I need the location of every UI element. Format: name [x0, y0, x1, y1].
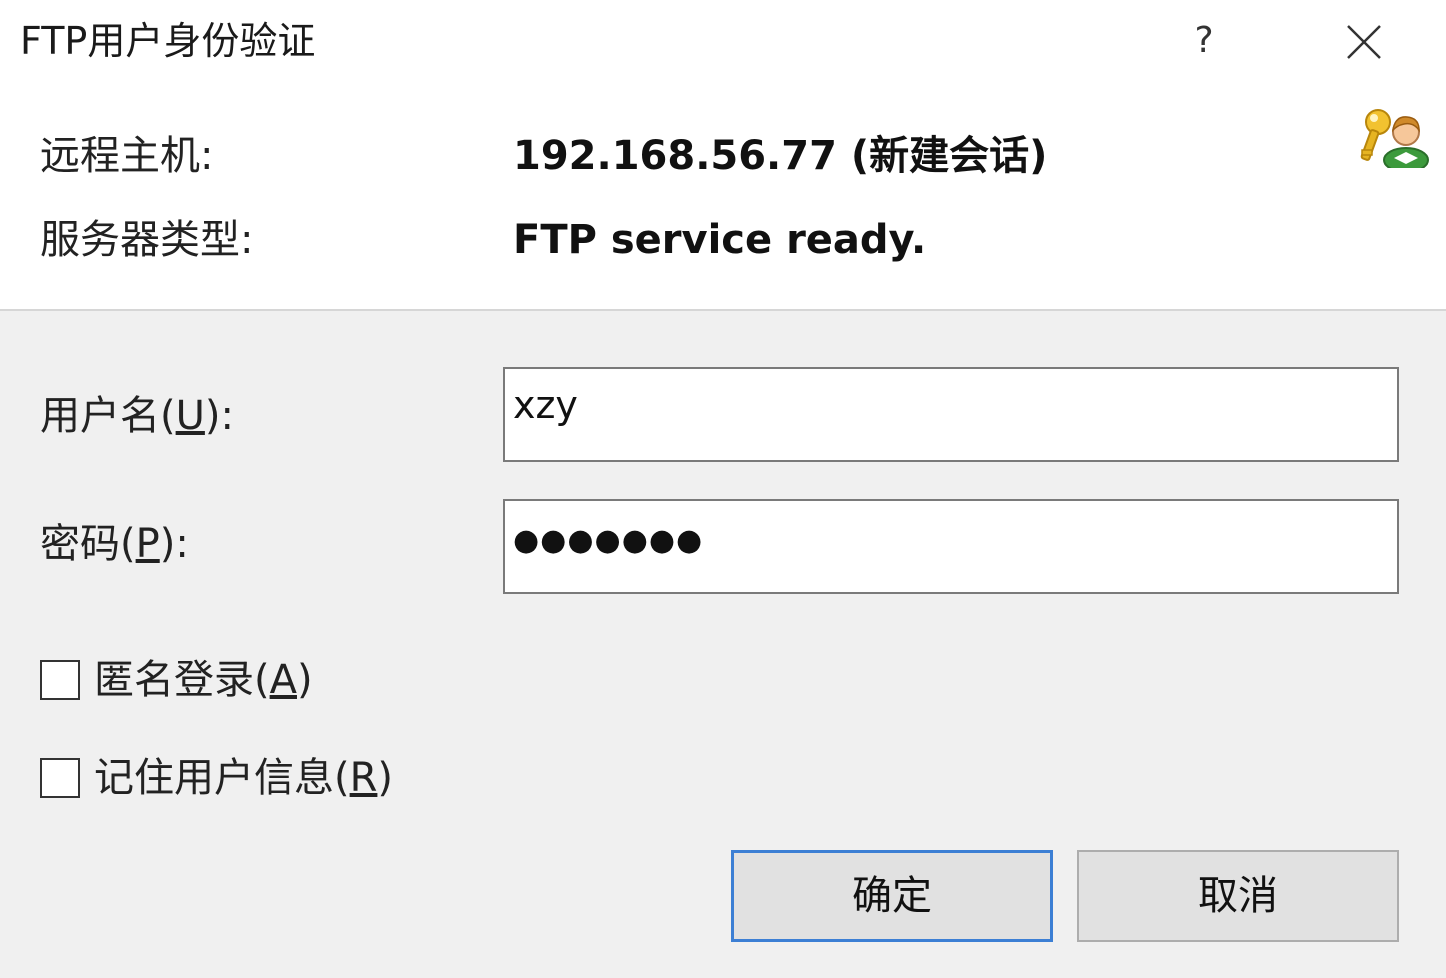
remember-user-checkbox-row[interactable]: 记住用户信息(R) — [40, 754, 420, 806]
anonymous-login-label: 匿名登录(A) — [94, 657, 313, 703]
remember-user-checkbox[interactable] — [40, 758, 80, 798]
password-label: 密码(P): — [40, 521, 189, 567]
anonymous-login-checkbox-row[interactable]: 匿名登录(A) — [40, 656, 340, 708]
remote-host-value: 192.168.56.77 (新建会话) — [513, 133, 1048, 179]
password-input[interactable]: ●●●●●●● — [503, 499, 1399, 594]
cancel-button[interactable]: 取消 — [1077, 850, 1399, 942]
username-value: xzy — [513, 383, 578, 427]
server-type-value: FTP service ready. — [513, 217, 927, 263]
remote-host-label: 远程主机: — [40, 133, 214, 179]
anonymous-login-checkbox[interactable] — [40, 660, 80, 700]
session-info-panel: 远程主机: 192.168.56.77 (新建会话) 服务器类型: FTP se… — [0, 86, 1446, 311]
ftp-auth-dialog: FTP用户身份验证 ? 远程主机: 192.168.56.77 (新建会话) 服… — [0, 0, 1446, 978]
password-mask: ●●●●●●● — [513, 523, 704, 558]
username-label: 用户名(U): — [40, 393, 234, 439]
close-icon — [1347, 25, 1381, 59]
server-type-label: 服务器类型: — [40, 217, 254, 263]
title-bar: FTP用户身份验证 ? — [0, 0, 1446, 86]
remember-user-label: 记住用户信息(R) — [94, 755, 394, 801]
user-key-icon — [1360, 109, 1429, 168]
username-input[interactable]: xzy — [503, 367, 1399, 462]
dialog-title: FTP用户身份验证 — [20, 19, 316, 63]
ok-button[interactable]: 确定 — [731, 850, 1053, 942]
help-button[interactable]: ? — [1176, 12, 1232, 70]
close-button[interactable] — [1330, 12, 1396, 70]
